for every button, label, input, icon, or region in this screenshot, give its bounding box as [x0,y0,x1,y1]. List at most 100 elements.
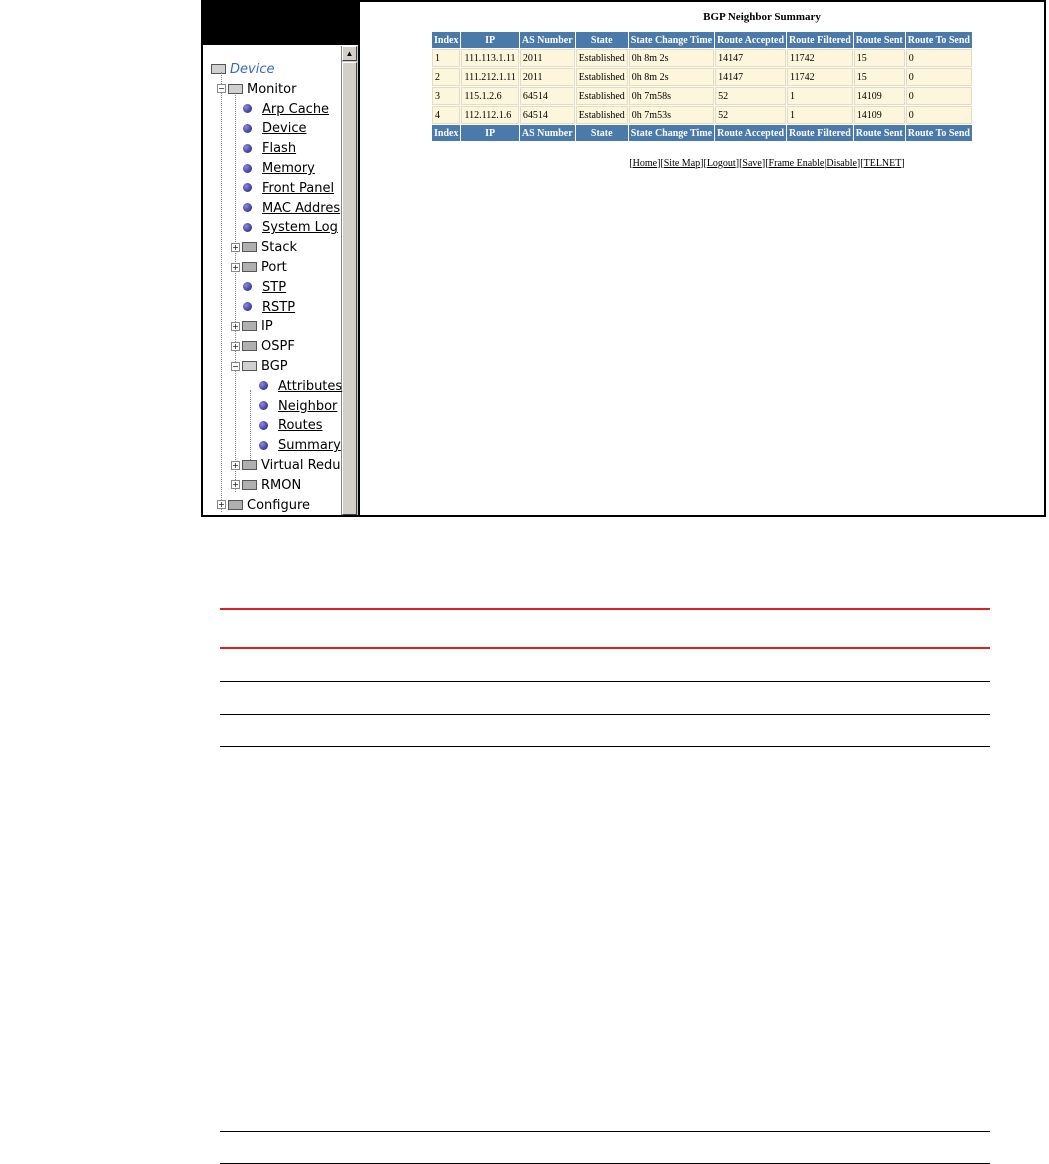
content-pane: BGP Neighbor Summary Index IP AS Number Sta… [360,2,1044,515]
footer-link-home[interactable]: Home [633,158,657,169]
tree-root-label: Device [230,62,275,77]
expand-icon[interactable]: + [231,242,240,252]
tree-item-mac-addres[interactable]: MAC Addres [243,199,340,219]
table-cell: 115.1.2.6 [461,87,519,105]
bullet-icon [259,420,268,430]
tree-item-ospf[interactable]: + OSPF [231,337,295,357]
column-header: State [575,125,628,141]
tree-item-stack[interactable]: + Stack [231,238,297,258]
table-cell: 64514 [519,87,575,105]
folder-icon [242,341,257,352]
tree-item-rstp[interactable]: RSTP [243,298,295,318]
column-header: State Change Time [628,32,715,48]
nav-scrollbar[interactable]: ▲ [341,46,358,515]
folder-open-icon [242,361,257,371]
collapse-icon[interactable]: − [231,361,240,371]
tree-guide-line [235,92,236,492]
tree-item-virtual-redu[interactable]: + Virtual Redu [231,456,341,476]
folder-icon [242,460,257,470]
footer-link-disable[interactable]: Disable [826,158,857,169]
table-cell: 0h 8m 2s [628,49,715,67]
divider-red [220,608,990,610]
divider [220,681,990,682]
table-row: 4 112.112.1.6 64514 Established 0h 7m53s 52 1 1… [432,106,972,124]
tree-item-label: Monitor [247,81,297,97]
tree-guide-line [221,72,222,512]
tree-item-system-log[interactable]: System Log [243,218,338,238]
bullet-icon [243,104,252,114]
expand-icon[interactable]: + [231,262,240,272]
tree-item-stp[interactable]: STP [243,278,286,298]
tree-item-routes[interactable]: Routes [259,416,323,436]
tree-item-monitor[interactable]: − Monitor [217,80,296,100]
footer-link-telnet[interactable]: TELNET [864,158,902,169]
collapse-icon[interactable]: − [217,84,226,94]
folder-icon [242,479,257,490]
table-cell: 0 [905,68,972,86]
column-header: State [575,32,628,48]
expand-icon[interactable]: + [231,460,240,470]
tree-item-configure[interactable]: + Configure [217,496,310,515]
folder-icon [242,262,257,272]
divider-red [220,647,990,649]
browser-frame: ▲ Device − Monitor Arp Cache Device Flash Memo… [201,0,1046,517]
expand-icon[interactable]: + [217,500,226,510]
table-cell: Established [575,106,628,124]
table-cell: Established [575,49,628,67]
tree-item-label: Virtual Redu [261,458,341,473]
tree-item-attributes[interactable]: Attributes [259,377,342,397]
footer-link-site-map[interactable]: Site Map [664,158,700,169]
scroll-thumb[interactable] [342,62,357,515]
tree-item-label: Configure [247,497,311,513]
column-header: Route Sent [853,32,905,48]
table-cell: 14109 [853,87,905,105]
bullet-icon [259,381,268,391]
tree-item-label: Memory [262,161,315,176]
table-row: 1 111.113.1.11 2011 Established 0h 8m 2s 1414… [432,49,972,67]
column-header: IP [461,32,519,48]
footer-link-frame-enable[interactable]: Frame Enable [769,158,825,169]
expand-icon[interactable]: + [231,480,240,490]
tree-item-label: BGP [261,359,288,374]
tree-item-arp-cache[interactable]: Arp Cache [243,100,329,120]
table-cell: 52 [715,106,787,124]
folder-icon [242,321,257,332]
scroll-up-arrow-icon[interactable]: ▲ [342,46,357,61]
table-cell: 14147 [715,68,787,86]
bullet-icon [243,163,252,173]
column-header: Index [432,32,461,48]
expand-icon[interactable]: + [231,341,240,351]
folder-icon [242,242,257,253]
navigation-pane: ▲ Device − Monitor Arp Cache Device Flash Memo… [203,2,360,515]
folder-open-icon [211,64,226,74]
table-cell: 64514 [519,106,575,124]
tree-item-label: RMON [261,477,302,493]
table-cell: 52 [715,87,787,105]
tree-item-rmon[interactable]: + RMON [231,476,301,496]
table-cell: 1 [432,49,461,67]
tree-item-memory[interactable]: Memory [243,159,315,179]
table-cell: 2011 [519,49,575,67]
table-row: 3 115.1.2.6 64514 Established 0h 7m58s 52 1 141… [432,87,972,105]
expand-icon[interactable]: + [231,321,240,331]
tree-item-port[interactable]: + Port [231,258,287,278]
footer-link-save[interactable]: Save [742,158,761,169]
tree-item-device[interactable]: Device [243,119,306,139]
tree-item-bgp[interactable]: − BGP [231,357,288,377]
tree-item-front-panel[interactable]: Front Panel [243,179,334,199]
table-footer-row: Index IP AS Number State State Change Time Ro… [432,125,972,141]
tree-item-flash[interactable]: Flash [243,139,296,159]
table-row: 2 111.212.1.11 2011 Established 0h 8m 2s 1414… [432,68,972,86]
tree-item-label: Stack [261,240,297,256]
footer-link-logout[interactable]: Logout [707,158,736,169]
bullet-icon [243,282,252,292]
nav-header [203,2,358,45]
tree-item-neighbor[interactable]: Neighbor [259,397,337,417]
bgp-summary-table: Index IP AS Number State State Change Time Ro… [431,31,973,142]
table-header-row: Index IP AS Number State State Change Time Ro… [432,32,972,48]
tree-item-summary[interactable]: Summary [259,436,341,456]
tree-item-ip[interactable]: + IP [231,317,273,337]
table-cell: 11742 [787,68,853,86]
footer-links: [Home][Site Map][Logout][Save][Frame Ena… [629,158,905,169]
table-cell: 0 [905,106,972,124]
